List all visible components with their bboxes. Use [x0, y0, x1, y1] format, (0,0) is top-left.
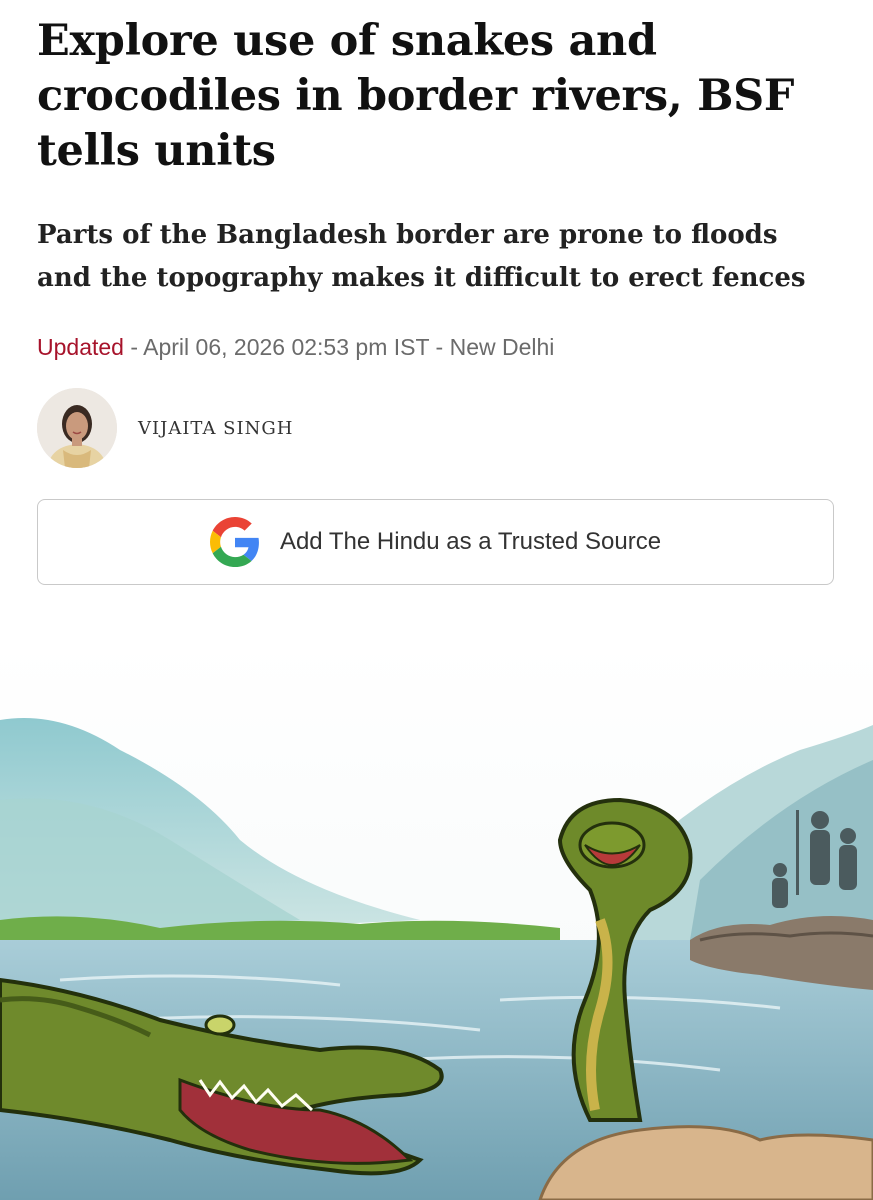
article-meta: Updated - April 06, 2026 02:53 pm IST - … [37, 331, 554, 363]
google-g-icon [209, 517, 259, 567]
subheadline: Parts of the Bangladesh border are prone… [37, 220, 806, 293]
meta-separator: - [429, 334, 450, 360]
add-trusted-source-button[interactable]: Add The Hindu as a Trusted Source [37, 499, 834, 585]
trusted-source-label[interactable]: Add The Hindu as a Trusted Source [280, 528, 661, 556]
author-name[interactable]: VIJAITA SINGH [138, 418, 293, 439]
author-byline[interactable]: VIJAITA SINGH [37, 388, 293, 468]
article-hero-illustration[interactable] [0, 640, 873, 1200]
meta-separator: - [123, 334, 144, 360]
author-avatar[interactable] [37, 388, 117, 468]
publish-date: April 06, 2026 02:53 pm IST [143, 334, 430, 360]
article: Explore use of snakes and crocodiles in … [0, 0, 873, 1200]
headline: Explore use of snakes and crocodiles in … [37, 16, 795, 176]
dateline-location: New Delhi [449, 334, 555, 360]
updated-label: Updated [37, 334, 124, 360]
